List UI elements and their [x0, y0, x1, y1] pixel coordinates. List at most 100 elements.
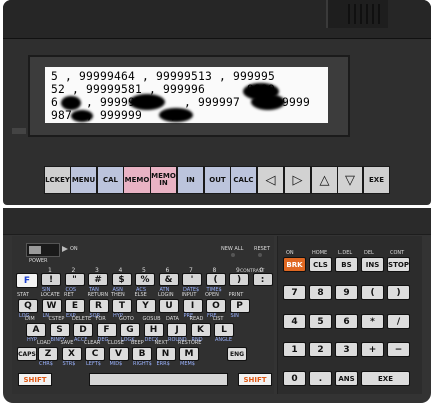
keypad-key-cls[interactable]: CLS — [309, 257, 332, 272]
key-e[interactable]: E — [65, 299, 85, 313]
key-t[interactable]: T — [112, 299, 132, 313]
key-symbol[interactable]: ( — [205, 273, 226, 286]
key-o[interactable]: O — [206, 299, 226, 313]
key-x[interactable]: X — [61, 347, 82, 361]
function-key[interactable]: ▽ — [337, 166, 363, 194]
function-key[interactable]: LCKEY — [44, 166, 71, 194]
key-p[interactable]: P — [229, 299, 250, 313]
left-shift-key[interactable]: SHIFT — [18, 373, 52, 386]
key-shift-label: GOTO — [119, 316, 134, 322]
keypad-key-stop[interactable]: STOP — [387, 257, 410, 272]
function-key-label: ▷ — [292, 172, 303, 188]
function-key[interactable]: CALC — [230, 166, 257, 194]
keypad-key[interactable]: ( — [361, 285, 384, 300]
key-m[interactable]: M — [179, 347, 199, 361]
function-key[interactable]: ◁ — [257, 166, 284, 194]
key-c[interactable]: C — [85, 347, 105, 361]
power-switch[interactable] — [26, 243, 60, 257]
key-shift-label: STAT — [17, 292, 29, 298]
key-j[interactable]: J — [167, 323, 187, 337]
key-q[interactable]: Q — [18, 299, 38, 313]
function-key[interactable]: ▷ — [284, 166, 311, 194]
function-key[interactable]: IN — [177, 166, 204, 194]
keypad-key-brk[interactable]: BRK — [283, 257, 306, 272]
keypad-key[interactable]: 6 — [335, 314, 358, 329]
key-v[interactable]: V — [108, 347, 129, 361]
key-symbol[interactable]: $ — [111, 273, 132, 286]
key-y[interactable]: Y — [135, 299, 156, 313]
keypad-key[interactable]: EXE — [361, 371, 410, 386]
key-a[interactable]: A — [26, 323, 46, 337]
caps-key[interactable]: CAPS — [17, 347, 37, 361]
keypad-key[interactable]: 8 — [309, 285, 332, 300]
keypad-key[interactable]: . — [309, 371, 332, 386]
key-n[interactable]: N — [155, 347, 176, 361]
keypad-key[interactable]: ) — [387, 285, 410, 300]
key-function-label: STR$ — [62, 361, 76, 367]
keypad-key[interactable]: / — [387, 314, 410, 329]
function-key-label: MENU — [71, 175, 96, 184]
key-g[interactable]: G — [120, 323, 140, 337]
function-key-label: MEMO — [124, 175, 150, 184]
key-shift-label: LOGIN — [158, 292, 174, 298]
power-label: POWER — [29, 258, 48, 264]
key-function-label: ERR$ — [156, 361, 170, 367]
key-shift-label: RESTORE — [178, 340, 202, 346]
key-symbol[interactable]: " — [64, 273, 85, 286]
key-f[interactable]: F — [96, 323, 117, 337]
keypad-key[interactable]: 5 — [309, 314, 332, 329]
key-symbol[interactable]: ' — [182, 273, 202, 286]
keypad-key[interactable]: − — [387, 342, 410, 357]
keypad-shift-label: CONT — [390, 250, 405, 256]
key-k[interactable]: K — [190, 323, 211, 337]
keypad-key[interactable]: 3 — [335, 342, 358, 357]
keypad-key[interactable]: 0 — [283, 371, 306, 386]
key-shift-label: CLOSE — [107, 340, 124, 346]
keypad-key[interactable]: ANS — [335, 371, 358, 386]
space-key[interactable] — [89, 373, 228, 386]
right-shift-key[interactable]: SHIFT — [238, 373, 272, 386]
function-key[interactable]: CAL — [97, 166, 124, 194]
key-symbol[interactable]: ) — [229, 273, 249, 286]
key-b[interactable]: B — [132, 347, 152, 361]
key-d[interactable]: D — [73, 323, 93, 337]
function-key[interactable]: MEMO — [123, 166, 151, 194]
function-key[interactable]: OUT — [204, 166, 231, 194]
key-symbol[interactable]: % — [135, 273, 155, 286]
keypad-key[interactable]: 1 — [283, 342, 306, 357]
key-symbol[interactable]: # — [88, 273, 108, 286]
power-on-label: ON — [70, 246, 78, 252]
keypad-key[interactable]: 2 — [309, 342, 332, 357]
lcd-line-2: 52 , 99999581 , 999996 9999 — [51, 83, 276, 96]
key-h[interactable]: H — [143, 323, 164, 337]
key-l[interactable]: L — [214, 323, 234, 337]
key-symbol[interactable]: & — [158, 273, 179, 286]
keypad-key[interactable]: + — [361, 342, 384, 357]
keypad-key[interactable]: 9 — [335, 285, 358, 300]
key-symbol[interactable]: : — [252, 273, 273, 286]
keypad-key-bs[interactable]: BS — [335, 257, 358, 272]
key-shift-label: BEEP — [131, 340, 144, 346]
key-w[interactable]: W — [41, 299, 62, 313]
key-i[interactable]: I — [182, 299, 203, 313]
reset-button[interactable] — [258, 253, 262, 257]
key-u[interactable]: U — [159, 299, 179, 313]
keypad-key[interactable]: 7 — [283, 285, 306, 300]
key-function-label: MID$ — [109, 361, 123, 367]
key-r[interactable]: R — [88, 299, 109, 313]
new-all-button[interactable] — [231, 253, 235, 257]
eng-key[interactable]: ENG — [227, 347, 247, 361]
lcd-smudge — [251, 94, 285, 110]
key-function-label: ANGLE — [215, 337, 232, 343]
key-symbol[interactable]: ! — [41, 273, 61, 286]
function-key[interactable]: MEMO IN — [150, 166, 177, 194]
function-key[interactable]: MENU — [70, 166, 97, 194]
function-key[interactable]: △ — [311, 166, 338, 194]
key-s[interactable]: S — [49, 323, 70, 337]
f-key[interactable]: F — [16, 273, 38, 288]
keypad-key[interactable]: 4 — [283, 314, 306, 329]
keypad-key[interactable]: * — [361, 314, 384, 329]
function-key[interactable]: EXE — [363, 166, 390, 194]
key-z[interactable]: Z — [38, 347, 58, 361]
keypad-key-ins[interactable]: INS — [361, 257, 384, 272]
